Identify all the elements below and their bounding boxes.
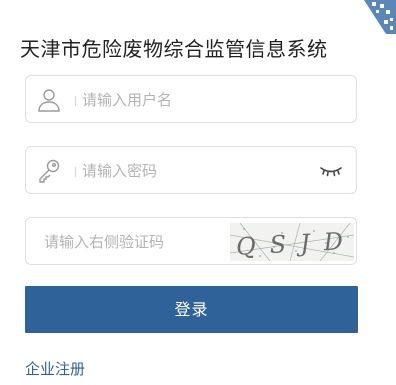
login-button[interactable]: 登录 [25,286,358,333]
username-field[interactable] [25,75,357,123]
eye-closed-icon[interactable] [319,163,343,179]
page-title: 天津市危险废物综合监管信息系统 [20,37,328,61]
username-input[interactable] [82,86,312,114]
captcha-input[interactable] [44,228,234,256]
key-icon [36,158,62,184]
password-input[interactable] [82,157,312,185]
captcha-field[interactable]: QSJD [25,217,358,265]
qr-code-corner[interactable] [356,0,396,34]
captcha-image[interactable]: QSJD [229,222,358,262]
user-icon [36,87,62,113]
field-divider [75,167,76,177]
field-divider [75,96,76,106]
register-link[interactable]: 企业注册 [25,358,85,379]
password-field[interactable] [25,146,357,194]
